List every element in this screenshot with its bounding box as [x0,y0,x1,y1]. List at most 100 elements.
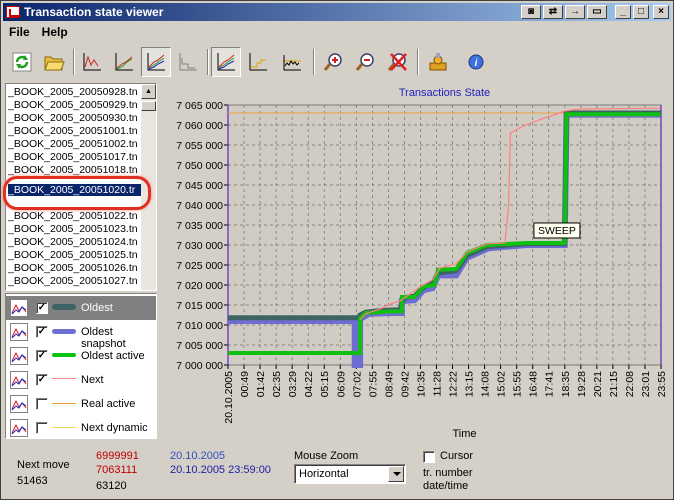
y-tick-label: 7 050 000 [176,160,223,172]
scroll-thumb[interactable] [141,101,156,111]
start-date: 20.10.2005 [170,450,226,462]
extra-window-icon[interactable]: ◙ [521,5,541,19]
chart-type-3-icon[interactable] [141,47,171,77]
menu-help[interactable]: Help [36,25,74,39]
series-swatch [52,426,76,428]
x-tick-label: 11:28 [431,371,443,397]
title-bar[interactable]: Transaction state viewer ◙ ⇄ → ▭ _ □ × [3,3,671,21]
series-checkbox[interactable] [36,398,48,410]
series-label: Oldest [81,302,113,314]
menu-file[interactable]: File [3,25,36,39]
chart-type-4-icon[interactable] [173,47,203,77]
x-tick-label: 04:22 [303,371,315,397]
tr-number-label: tr. number [423,467,473,479]
open-folder-icon[interactable] [39,47,69,77]
series-checkbox[interactable]: ✓ [36,302,48,314]
view-mode-2-icon[interactable] [243,47,273,77]
window-frame-icon[interactable]: ▭ [587,5,607,19]
x-tick-label: 09:42 [399,371,411,397]
series-checkbox[interactable]: ✓ [36,326,48,338]
view-mode-1-icon[interactable] [211,47,241,77]
next-move-value: 51463 [17,475,48,487]
legend-row[interactable]: ✓ Oldest [6,296,156,320]
series-checkbox[interactable] [36,422,48,434]
close-icon[interactable]: × [653,5,669,19]
x-tick-label: 10:35 [415,371,427,397]
x-tick-label: 22:08 [624,371,636,397]
legend-row[interactable]: ✓ Oldest active [6,344,156,368]
transactions-chart[interactable]: Transactions State 7 000 000 7 005 000 7 01… [161,83,671,443]
series-checkbox[interactable]: ✓ [36,374,48,386]
series-swatch [52,378,76,380]
y-tick-label: 7 055 000 [176,140,223,152]
x-tick-label: 03:29 [287,371,299,397]
y-tick-label: 7 045 000 [176,180,223,192]
selection-highlight-ring [3,176,151,210]
refresh-icon[interactable] [7,47,37,77]
series-checkbox[interactable]: ✓ [36,350,48,362]
x-tick-label: 16:48 [528,371,540,397]
chart-title: Transactions State [399,87,490,99]
cursor-label: Cursor [440,450,474,462]
chevron-down-icon[interactable] [388,466,404,482]
next-move-label: Next move [17,459,70,471]
chart-type-1-icon[interactable] [77,47,107,77]
y-tick-label: 7 030 000 [176,240,223,252]
zoom-in-icon[interactable] [319,47,349,77]
series-chart-icon [10,323,28,341]
legend-row[interactable]: ✓ Oldest snapshot [6,320,156,350]
file-item[interactable]: _BOOK_2005_20051022.tn [8,210,142,222]
mouse-zoom-select[interactable]: Horizontal [294,464,406,484]
x-tick-label: 17:41 [544,371,556,397]
cursor-checkbox[interactable] [423,451,435,463]
file-item[interactable]: _BOOK_2005_20050929.tn [8,99,142,111]
x-tick-label: 14:08 [480,371,492,397]
x-tick-label: 07:02 [351,371,363,397]
y-tick-label: 7 020 000 [176,280,223,292]
view-mode-3-icon[interactable] [277,47,307,77]
legend-row[interactable]: Real active [6,392,156,416]
file-item[interactable]: _BOOK_2005_20051024.tn [8,236,142,248]
zoom-out-icon[interactable] [351,47,381,77]
settings-icon[interactable] [423,47,453,77]
move-arrow-icon[interactable]: → [565,5,585,19]
scroll-up-icon[interactable]: ▲ [141,84,156,99]
maximize-icon[interactable]: □ [633,5,649,19]
info-icon[interactable]: i [461,47,491,77]
file-item[interactable]: _BOOK_2005_20051017.tn [8,151,142,163]
y-tick-label: 7 015 000 [176,300,223,312]
zoom-reset-icon[interactable] [383,47,413,77]
file-item[interactable]: _BOOK_2005_20050930.tn [8,112,142,124]
legend-row[interactable]: Next dynamic [6,416,156,440]
file-item[interactable]: _BOOK_2005_20051002.tn [8,138,142,150]
restore-arrow-icon[interactable]: ⇄ [543,5,563,19]
series-chart-icon [10,347,28,365]
file-item[interactable]: _BOOK_2005_20051026.tn [8,262,142,274]
mouse-zoom-label: Mouse Zoom [294,450,359,462]
file-item[interactable]: _BOOK_2005_20051023.tn [8,223,142,235]
chart-type-2-icon[interactable] [109,47,139,77]
series-chart-icon [10,395,28,413]
svg-text:i: i [475,58,478,69]
sweep-annotation: SWEEP [538,225,576,237]
x-tick-label: 23:55 [656,371,668,397]
chart-svg: Transactions State 7 000 000 7 005 000 7 01… [176,87,668,440]
toolbar: i [5,45,669,79]
min-value: 6999991 [96,450,139,462]
y-tick-label: 7 010 000 [176,320,223,332]
legend-row[interactable]: ✓ Next [6,368,156,392]
file-item[interactable]: _BOOK_2005_20051001.tn [8,125,142,137]
end-datetime: 20.10.2005 23:59:00 [170,464,271,476]
series-swatch [52,328,76,334]
x-tick-label: 21:15 [608,371,620,397]
file-item[interactable]: _BOOK_2005_20051025.tn [8,249,142,261]
y-tick-label: 7 005 000 [176,340,223,352]
y-tick-label: 7 000 000 [176,360,223,372]
file-item[interactable]: _BOOK_2005_20050928.tn [8,86,142,98]
minimize-icon[interactable]: _ [615,5,631,19]
x-tick-label: 18:35 [560,371,572,397]
x-tick-label: 20.10.2005 [223,371,235,424]
x-tick-label: 19:28 [576,371,588,397]
file-item[interactable]: _BOOK_2005_20051027.tn [8,275,142,287]
series-label: Next dynamic [81,422,148,434]
